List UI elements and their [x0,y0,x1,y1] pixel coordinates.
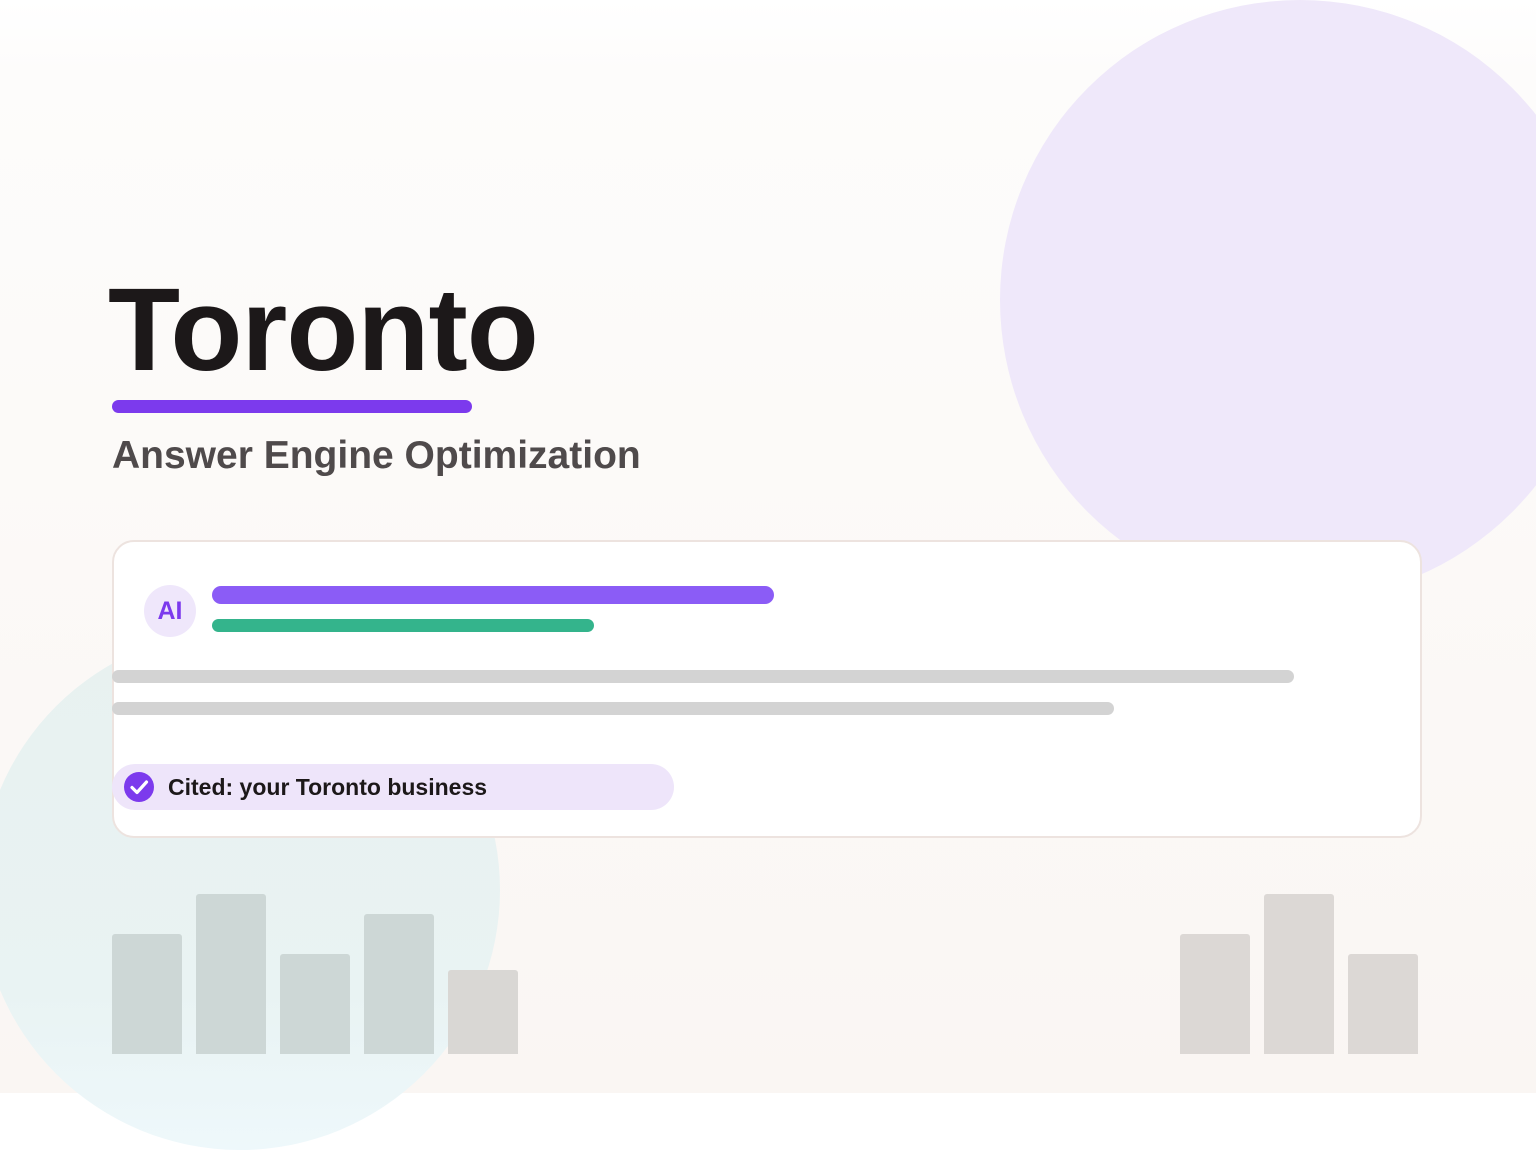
decorative-bar [112,934,182,1054]
decorative-bar [1264,894,1334,1054]
answer-text-line-placeholder [112,702,1114,715]
page-title: Toronto [108,264,539,396]
title-underline [112,400,472,413]
check-circle-icon [124,772,154,802]
page-subtitle: Answer Engine Optimization [112,434,641,477]
ai-avatar: AI [144,585,196,637]
hero-illustration: Toronto Answer Engine Optimization AI Ci… [0,0,1536,1150]
decorative-bar [364,914,434,1054]
answer-text-line-placeholder [112,670,1294,683]
answer-headline-placeholder [212,586,774,604]
decorative-bar [280,954,350,1054]
decorative-bar [1180,934,1250,1054]
answer-source-placeholder [212,619,594,632]
citation-label: Cited: your Toronto business [168,774,488,800]
ai-answer-card: AI Cited: your Toronto business [112,540,1422,838]
decorative-bar [448,970,518,1054]
citation-badge: Cited: your Toronto business [112,764,674,810]
decorative-bar [196,894,266,1054]
decorative-bar [1348,954,1418,1054]
